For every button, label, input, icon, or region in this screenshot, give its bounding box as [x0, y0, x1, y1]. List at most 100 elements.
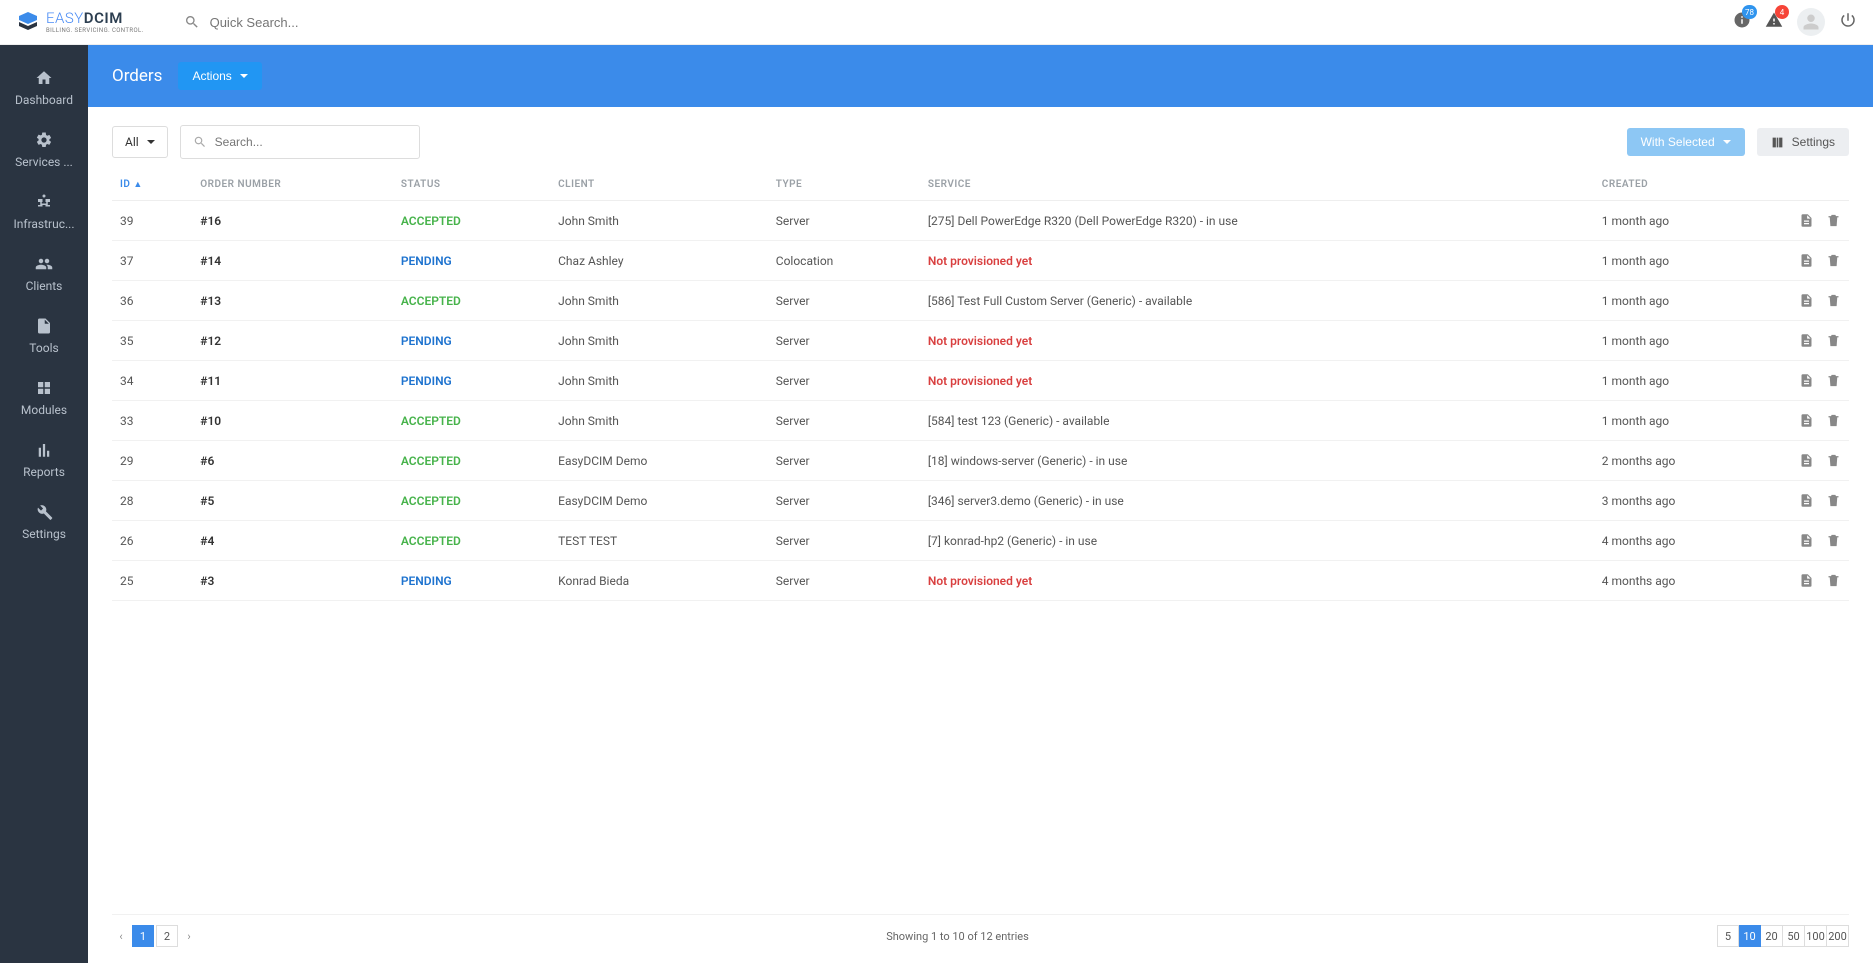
pagesize-50[interactable]: 50 [1783, 925, 1805, 947]
list-search-input[interactable] [215, 135, 407, 149]
col-type[interactable]: TYPE [768, 169, 920, 201]
pagesize-200[interactable]: 200 [1827, 925, 1849, 947]
cell-client: EasyDCIM Demo [550, 441, 768, 481]
cell-status: ACCEPTED [393, 281, 550, 321]
sidebar-item-chart[interactable]: Reports [0, 429, 88, 491]
view-icon[interactable] [1799, 453, 1814, 468]
prev-page[interactable]: ‹ [112, 930, 130, 943]
sidebar-item-grid[interactable]: Modules [0, 367, 88, 429]
col-id[interactable]: ID▲ [112, 169, 192, 201]
delete-icon[interactable] [1826, 573, 1841, 588]
cell-order-number: #10 [192, 401, 393, 441]
delete-icon[interactable] [1826, 533, 1841, 548]
sidebar-item-label: Modules [21, 403, 67, 417]
view-icon[interactable] [1799, 533, 1814, 548]
sidebar-item-file[interactable]: Tools [0, 305, 88, 367]
delete-icon[interactable] [1826, 333, 1841, 348]
cell-created: 4 months ago [1594, 561, 1779, 601]
next-page[interactable]: › [180, 930, 198, 943]
sidebar-item-sitemap[interactable]: Infrastruc... [0, 181, 88, 243]
sidebar-item-label: Reports [23, 465, 65, 479]
cell-client: John Smith [550, 401, 768, 441]
global-search-input[interactable] [210, 15, 450, 30]
list-search [180, 125, 420, 159]
col-created[interactable]: CREATED [1594, 169, 1779, 201]
col-status[interactable]: STATUS [393, 169, 550, 201]
cell-status: PENDING [393, 561, 550, 601]
sidebar-item-label: Clients [26, 279, 63, 293]
page-1[interactable]: 1 [132, 925, 154, 947]
table-row[interactable]: 37 #14 PENDING Chaz Ashley Colocation No… [112, 241, 1849, 281]
sidebar-item-label: Services ... [15, 155, 73, 169]
pagesize-100[interactable]: 100 [1805, 925, 1827, 947]
table-row[interactable]: 36 #13 ACCEPTED John Smith Server [586] … [112, 281, 1849, 321]
cell-client: John Smith [550, 281, 768, 321]
view-icon[interactable] [1799, 293, 1814, 308]
users-icon [35, 255, 53, 273]
col-order-number[interactable]: ORDER NUMBER [192, 169, 393, 201]
settings-button[interactable]: Settings [1757, 128, 1849, 156]
cell-id: 37 [112, 241, 192, 281]
power-button[interactable] [1839, 11, 1857, 33]
delete-icon[interactable] [1826, 453, 1841, 468]
sidebar-item-users[interactable]: Clients [0, 243, 88, 305]
delete-icon[interactable] [1826, 493, 1841, 508]
orders-table: ID▲ ORDER NUMBER STATUS CLIENT TYPE SERV… [112, 169, 1849, 601]
sidebar-item-label: Infrastruc... [14, 217, 75, 231]
table-row[interactable]: 26 #4 ACCEPTED TEST TEST Server [7] konr… [112, 521, 1849, 561]
delete-icon[interactable] [1826, 413, 1841, 428]
sidebar-item-gear[interactable]: Services ... [0, 119, 88, 181]
pagesize-20[interactable]: 20 [1761, 925, 1783, 947]
sidebar-item-home[interactable]: Dashboard [0, 57, 88, 119]
alert-badge: 4 [1775, 5, 1789, 19]
cell-order-number: #4 [192, 521, 393, 561]
cell-status: PENDING [393, 241, 550, 281]
delete-icon[interactable] [1826, 293, 1841, 308]
table-row[interactable]: 39 #16 ACCEPTED John Smith Server [275] … [112, 201, 1849, 241]
with-selected-dropdown[interactable]: With Selected [1627, 128, 1745, 156]
delete-icon[interactable] [1826, 373, 1841, 388]
view-icon[interactable] [1799, 213, 1814, 228]
table-row[interactable]: 29 #6 ACCEPTED EasyDCIM Demo Server [18]… [112, 441, 1849, 481]
view-icon[interactable] [1799, 373, 1814, 388]
page-title: Orders [112, 66, 162, 86]
cell-service: [275] Dell PowerEdge R320 (Dell PowerEdg… [920, 201, 1594, 241]
topbar: EASYDCIM BILLING. SERVICING. CONTROL. 78… [0, 0, 1873, 45]
pagesize-10[interactable]: 10 [1739, 925, 1761, 947]
delete-icon[interactable] [1826, 213, 1841, 228]
cell-order-number: #12 [192, 321, 393, 361]
cell-service: [7] konrad-hp2 (Generic) - in use [920, 521, 1594, 561]
alerts-button[interactable]: 4 [1765, 11, 1783, 33]
col-service[interactable]: SERVICE [920, 169, 1594, 201]
view-icon[interactable] [1799, 493, 1814, 508]
view-icon[interactable] [1799, 573, 1814, 588]
brand-logo[interactable]: EASYDCIM BILLING. SERVICING. CONTROL. [16, 10, 144, 34]
sidebar-item-wrench[interactable]: Settings [0, 491, 88, 553]
filter-dropdown[interactable]: All [112, 126, 168, 158]
cell-status: ACCEPTED [393, 401, 550, 441]
notifications-button[interactable]: 78 [1733, 11, 1751, 33]
pagesize-5[interactable]: 5 [1717, 925, 1739, 947]
cell-order-number: #13 [192, 281, 393, 321]
cell-service: [584] test 123 (Generic) - available [920, 401, 1594, 441]
view-icon[interactable] [1799, 333, 1814, 348]
table-row[interactable]: 28 #5 ACCEPTED EasyDCIM Demo Server [346… [112, 481, 1849, 521]
table-row[interactable]: 35 #12 PENDING John Smith Server Not pro… [112, 321, 1849, 361]
user-menu[interactable] [1797, 8, 1825, 36]
view-icon[interactable] [1799, 253, 1814, 268]
table-footer: ‹ 12› Showing 1 to 10 of 12 entries 5102… [112, 914, 1849, 953]
table-row[interactable]: 25 #3 PENDING Konrad Bieda Server Not pr… [112, 561, 1849, 601]
table-row[interactable]: 34 #11 PENDING John Smith Server Not pro… [112, 361, 1849, 401]
page-2[interactable]: 2 [156, 925, 178, 947]
logo-text: EASYDCIM [46, 11, 144, 26]
cell-type: Server [768, 561, 920, 601]
cell-id: 25 [112, 561, 192, 601]
col-client[interactable]: CLIENT [550, 169, 768, 201]
delete-icon[interactable] [1826, 253, 1841, 268]
logo-icon [16, 10, 40, 34]
table-row[interactable]: 33 #10 ACCEPTED John Smith Server [584] … [112, 401, 1849, 441]
cell-created: 1 month ago [1594, 361, 1779, 401]
cell-client: John Smith [550, 201, 768, 241]
view-icon[interactable] [1799, 413, 1814, 428]
actions-dropdown[interactable]: Actions [178, 62, 261, 90]
